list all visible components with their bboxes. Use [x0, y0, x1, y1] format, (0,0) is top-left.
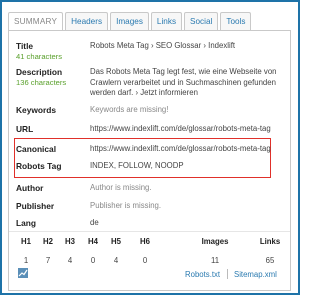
url-value[interactable]: https://www.indexlift.com/de/glossar/rob…	[90, 124, 280, 135]
tab-headers[interactable]: Headers	[65, 12, 109, 30]
lang-label: Lang	[16, 218, 37, 228]
title-char-count: 41 characters	[16, 52, 63, 61]
stat-value-images: 11	[210, 256, 220, 265]
stat-header-h5: H5	[111, 237, 121, 246]
robots-label: Robots Tag	[16, 161, 62, 171]
sitemap-xml-link[interactable]: Sitemap.xml	[234, 270, 277, 279]
tab-summary[interactable]: SUMMARY	[8, 12, 64, 30]
stat-header-links: Links	[259, 237, 281, 246]
keywords-label: Keywords	[16, 105, 57, 115]
footer-separator	[227, 269, 228, 279]
author-label: Author	[16, 183, 44, 193]
title-value: Robots Meta Tag › SEO Glossar › Indexlif…	[90, 41, 236, 50]
chart-icon[interactable]	[18, 268, 28, 278]
stat-header-h3: H3	[65, 237, 75, 246]
title-label: Title	[16, 41, 34, 51]
summary-panel: Title 41 characters Robots Meta Tag › SE…	[8, 30, 291, 291]
divider	[9, 231, 290, 232]
publisher-row: Publisher Publisher is missing.	[16, 199, 284, 213]
stat-header-h1: H1	[21, 237, 31, 246]
description-label: Description	[16, 67, 63, 77]
keywords-value: Keywords are missing!	[90, 105, 169, 114]
tab-tools[interactable]: Tools	[220, 12, 252, 30]
publisher-label: Publisher	[16, 201, 55, 211]
stat-header-h2: H2	[43, 237, 53, 246]
robots-row: Robots Tag INDEX, FOLLOW, NOODP	[16, 159, 284, 173]
stat-header-images: Images	[201, 237, 229, 246]
stat-value-h3: 4	[67, 256, 73, 265]
description-value: Das Robots Meta Tag legt fest, wie eine …	[90, 67, 277, 97]
url-row: URL https://www.indexlift.com/de/glossar…	[16, 122, 284, 136]
keywords-row: Keywords Keywords are missing!	[16, 103, 284, 117]
robots-txt-link[interactable]: Robots.txt	[185, 270, 220, 279]
tab-bar: SUMMARY Headers Images Links Social Tool…	[8, 12, 253, 30]
lang-value: de	[90, 218, 99, 227]
author-row: Author Author is missing.	[16, 181, 284, 195]
stat-value-h2: 7	[45, 256, 51, 265]
stat-value-h1: 1	[23, 256, 29, 265]
canonical-row: Canonical https://www.indexlift.com/de/g…	[16, 142, 284, 156]
tab-links[interactable]: Links	[150, 12, 183, 30]
tab-social[interactable]: Social	[184, 12, 219, 30]
description-row: Description 136 characters Das Robots Me…	[16, 65, 284, 101]
stat-value-h5: 4	[113, 256, 119, 265]
stat-value-h4: 0	[90, 256, 96, 265]
author-value: Author is missing.	[90, 183, 152, 192]
url-label: URL	[16, 124, 34, 134]
stat-value-links: 65	[265, 256, 275, 265]
stat-header-h4: H4	[88, 237, 98, 246]
stat-header-h6: H6	[140, 237, 150, 246]
seo-extension-popup: SUMMARY Headers Images Links Social Tool…	[0, 0, 300, 295]
description-char-count: 136 characters	[16, 78, 67, 87]
robots-value: INDEX, FOLLOW, NOODP	[90, 161, 184, 170]
title-row: Title 41 characters Robots Meta Tag › SE…	[16, 39, 284, 63]
stat-value-h6: 0	[142, 256, 148, 265]
publisher-value: Publisher is missing.	[90, 201, 162, 210]
lang-row: Lang de	[16, 216, 284, 230]
tab-images[interactable]: Images	[110, 12, 149, 30]
canonical-value[interactable]: https://www.indexlift.com/de/glossar/rob…	[90, 144, 280, 155]
canonical-label: Canonical	[16, 144, 57, 154]
